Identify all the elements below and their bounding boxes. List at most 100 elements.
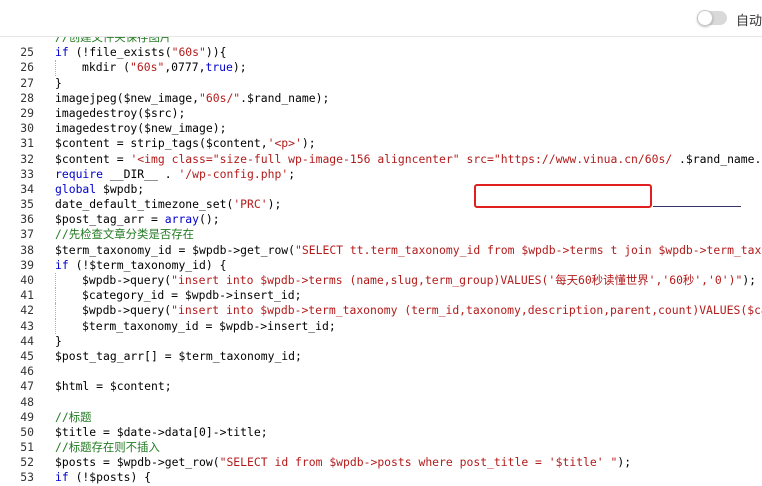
code-line[interactable]: 38 $term_taxonomy_id = $wpdb->get_row("SE… <box>0 243 762 258</box>
code-token: if <box>55 45 69 60</box>
code-token: .$rand_name); <box>240 90 330 105</box>
code-token: true <box>205 60 233 75</box>
line-number: 33 <box>20 166 34 181</box>
code-text: imagejpeg($new_image,"60s/".$rand_name); <box>55 91 329 106</box>
code-token: '<img class="size-full wp-image-156 alig… <box>130 151 673 166</box>
code-line[interactable]: 27} <box>0 76 762 91</box>
code-line[interactable]: 32 $content = '<img class="size-full wp-i… <box>0 152 762 167</box>
code-token: "insert into $wpdb->term_taxonomy (term_… <box>171 303 762 318</box>
code-token: __DIR__ . <box>103 166 179 181</box>
indent-guide <box>55 303 56 319</box>
code-line[interactable]: 26 mkdir ("60s",0777,true); <box>0 60 762 76</box>
code-line[interactable]: 29 imagedestroy($src); <box>0 106 762 121</box>
line-number: 34 <box>20 181 34 196</box>
code-token: ); <box>301 136 316 151</box>
code-text: if (!file_exists("60s")){ <box>55 45 226 60</box>
line-number: 32 <box>20 151 34 166</box>
code-line[interactable]: 41 $category_id = $wpdb->insert_id; <box>0 288 762 304</box>
code-token: //先检查文章分类是否存在 <box>55 227 195 242</box>
line-number: 40 <box>20 273 34 287</box>
code-text: $category_id = $wpdb->insert_id; <box>82 288 301 303</box>
code-line[interactable]: 51 //标题存在则不插入 <box>0 440 762 455</box>
code-line[interactable]: 36 $post_tag_arr = array(); <box>0 212 762 227</box>
code-line[interactable]: 25 if (!file_exists("60s")){ <box>0 45 762 60</box>
code-line[interactable]: 30 imagedestroy($new_image); <box>0 121 762 136</box>
line-number: 43 <box>20 318 34 333</box>
code-line[interactable]: 44} <box>0 334 762 349</box>
line-number: 50 <box>20 424 34 439</box>
code-token: date_default_timezone_set( <box>55 197 234 212</box>
code-text: $wpdb->query("insert into $wpdb->terms (… <box>82 273 756 288</box>
line-number: 28 <box>20 90 34 105</box>
code-line[interactable]: 37 //先检查文章分类是否存在 <box>0 227 762 242</box>
code-text: $content = strip_tags($content,'<p>'); <box>55 136 316 151</box>
line-number: 26 <box>20 60 34 75</box>
code-text: imagedestroy($new_image); <box>55 121 226 136</box>
indent-guide <box>55 60 56 76</box>
code-token: $html = $content; <box>55 379 172 394</box>
code-token: (!$posts) { <box>68 470 152 485</box>
code-text: $term_taxonomy_id = $wpdb->insert_id; <box>82 319 336 334</box>
code-line[interactable]: 39 if (!$term_taxonomy_id) { <box>0 258 762 273</box>
auto-toggle[interactable] <box>697 10 727 26</box>
line-number: 46 <box>20 364 34 379</box>
line-number: 53 <box>20 470 34 485</box>
code-line[interactable]: 49 //标题 <box>0 410 762 425</box>
code-token: "60s" <box>130 60 165 75</box>
code-token: ); <box>267 197 282 212</box>
line-number: 38 <box>20 242 34 257</box>
code-line[interactable]: 40 $wpdb->query("insert into $wpdb->terms… <box>0 273 762 289</box>
toggle-knob <box>697 10 713 26</box>
code-token: "60s" <box>171 45 206 60</box>
code-token: $post_tag_arr = <box>55 212 165 227</box>
line-number: 48 <box>20 394 34 409</box>
line-number: 29 <box>20 105 34 120</box>
code-token: //标题存在则不插入 <box>55 440 160 455</box>
line-number: 30 <box>20 121 34 136</box>
code-token: $post_tag_arr[] = $term_taxonomy_id; <box>55 348 302 363</box>
code-line[interactable]: 52 $posts = $wpdb->get_row("SELECT id fro… <box>0 455 762 470</box>
code-token: mkdir ( <box>82 60 131 75</box>
code-text: require __DIR__ . '/wp-config.php'; <box>55 167 295 182</box>
code-line[interactable]: 33 require __DIR__ . '/wp-config.php'; <box>0 167 762 182</box>
code-line[interactable]: 50 $title = $date->data[0]->title; <box>0 425 762 440</box>
code-token: imagejpeg($new_image, <box>55 90 200 105</box>
code-token: if <box>55 470 69 485</box>
code-token: "60s/" <box>199 90 241 105</box>
code-token: $content = strip_tags($content, <box>55 136 268 151</box>
code-line[interactable]: 31 $content = strip_tags($content,'<p>'); <box>0 136 762 151</box>
code-line[interactable]: 46 <box>0 364 762 379</box>
code-line[interactable]: 28 imagejpeg($new_image,"60s/".$rand_name… <box>0 91 762 106</box>
code-token: if <box>55 257 69 272</box>
code-line[interactable]: 48 <box>0 395 762 410</box>
line-number: 42 <box>20 303 34 318</box>
code-line[interactable]: 43 $term_taxonomy_id = $wpdb->insert_id; <box>0 318 762 334</box>
code-line[interactable]: 42 $wpdb->query("insert into $wpdb->term_… <box>0 303 762 319</box>
code-line[interactable]: //创建文件夹保存图片 <box>0 37 762 45</box>
code-text: //标题 <box>55 410 92 425</box>
code-lines: //创建文件夹保存图片 25 if (!file_exists("60s")){ 26… <box>0 37 762 486</box>
code-line[interactable]: 34 global $wpdb; <box>0 182 762 197</box>
code-line[interactable]: 47 $html = $content; <box>0 379 762 394</box>
code-token: ); <box>617 455 632 470</box>
code-token: )){ <box>205 45 227 60</box>
code-token: ); <box>742 273 757 287</box>
code-token: $posts = $wpdb->get_row( <box>55 455 220 470</box>
code-text: } <box>55 334 62 349</box>
code-text: if (!$posts) { <box>55 470 151 485</box>
code-token: global <box>55 181 97 196</box>
line-number: 39 <box>20 257 34 272</box>
code-token: "SELECT tt.term_taxonomy_id from $wpdb->… <box>295 242 762 257</box>
code-line[interactable]: 53 if (!$posts) { <box>0 470 762 485</box>
indent-guide <box>55 318 56 334</box>
code-line[interactable]: 45 $post_tag_arr[] = $term_taxonomy_id; <box>0 349 762 364</box>
code-text: //标题存在则不插入 <box>55 440 160 455</box>
code-token: (!$term_taxonomy_id) { <box>68 257 227 272</box>
code-text: //创建文件夹保存图片 <box>55 37 171 45</box>
line-number: 25 <box>20 45 34 60</box>
code-token: require <box>55 166 104 181</box>
code-line[interactable]: 35 date_default_timezone_set('PRC'); <box>0 197 762 212</box>
code-editor[interactable]: //创建文件夹保存图片 25 if (!file_exists("60s")){ 26… <box>0 36 762 486</box>
code-text: if (!$term_taxonomy_id) { <box>55 258 226 273</box>
code-text: $posts = $wpdb->get_row("SELECT id from … <box>55 455 631 470</box>
